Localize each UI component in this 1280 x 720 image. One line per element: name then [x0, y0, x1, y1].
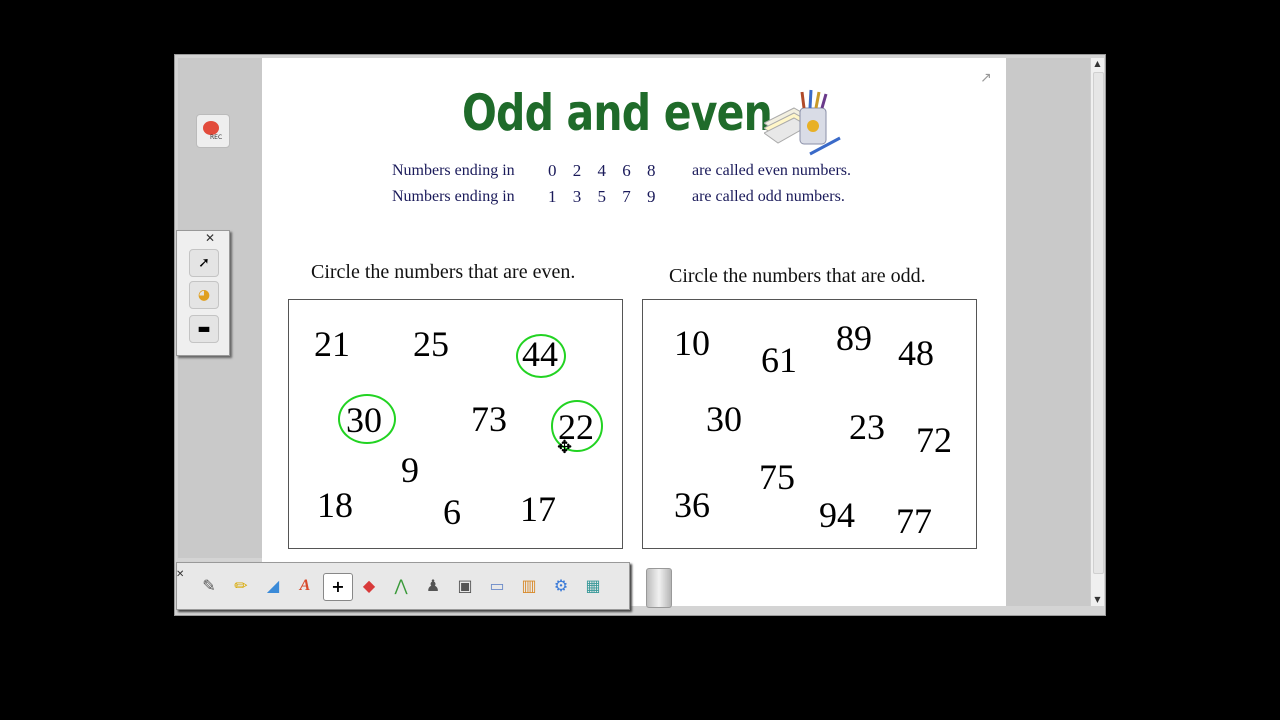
circle-annotation-30[interactable] [338, 394, 396, 444]
palette-tool-icon[interactable]: ◕ [189, 281, 219, 309]
gallery-tool-icon[interactable]: ♟ [419, 573, 447, 599]
record-button[interactable]: REC [196, 114, 230, 148]
close-icon[interactable]: ✕ [176, 569, 184, 580]
even-number[interactable]: 18 [317, 487, 353, 523]
record-icon [203, 121, 219, 135]
odd-number[interactable]: 48 [898, 335, 934, 371]
select-tool-icon[interactable]: ➚ [189, 249, 219, 277]
side-toolbar: ✕ ➚ ◕ ▬ [176, 230, 230, 356]
even-rule-suffix: are called even numbers. [692, 162, 852, 179]
page-title: Odd and even [462, 84, 773, 142]
odd-number[interactable]: 61 [761, 342, 797, 378]
trash-icon[interactable] [642, 562, 674, 608]
scroll-up-icon[interactable]: ▲ [1091, 58, 1104, 70]
pen-tool-icon[interactable]: ✎ [195, 573, 223, 599]
even-number[interactable]: 25 [413, 326, 449, 362]
odd-number[interactable]: 23 [849, 409, 885, 445]
screen-shade-tool-icon[interactable]: ▬ [189, 315, 219, 343]
odd-number[interactable]: 72 [916, 422, 952, 458]
odd-rule-suffix: are called odd numbers. [692, 188, 845, 205]
eraser-tool-icon[interactable]: ◢ [259, 573, 287, 599]
even-number[interactable]: 9 [401, 452, 419, 488]
odd-number[interactable]: 36 [674, 487, 710, 523]
odd-number[interactable]: 89 [836, 320, 872, 356]
even-heading: Circle the numbers that are even. [311, 261, 576, 283]
odd-number[interactable]: 77 [896, 503, 932, 539]
odd-number[interactable]: 30 [706, 401, 742, 437]
camera-tool-icon[interactable]: ▣ [451, 573, 479, 599]
highlighter-tool-icon[interactable]: ✏ [227, 573, 255, 599]
odd-rule-prefix: Numbers ending in [392, 188, 515, 205]
table-tool-icon[interactable]: ▦ [579, 573, 607, 599]
odd-number[interactable]: 75 [759, 459, 795, 495]
even-number[interactable]: 73 [471, 401, 507, 437]
even-number[interactable]: 21 [314, 326, 350, 362]
text-tool-icon[interactable]: A [291, 573, 319, 599]
vertical-scrollbar[interactable]: ▲ ▼ [1090, 58, 1104, 606]
shapes-tool-icon[interactable]: ◆ [355, 573, 383, 599]
odd-number[interactable]: 94 [819, 497, 855, 533]
scroll-down-icon[interactable]: ▼ [1091, 594, 1104, 606]
chart-tool-icon[interactable]: ▥ [515, 573, 543, 599]
even-rule-digits: 0 2 4 6 8 [548, 161, 656, 180]
even-number[interactable]: 6 [443, 494, 461, 530]
lines-tool-icon[interactable]: ⋀ [387, 573, 415, 599]
even-number[interactable]: 17 [520, 491, 556, 527]
odd-number[interactable]: 10 [674, 325, 710, 361]
pin-icon[interactable]: ↗ [980, 70, 992, 86]
trash-can-body [646, 568, 672, 608]
scroll-thumb[interactable] [1093, 72, 1104, 574]
bottom-toolbar: ✕ ✎ ✏ ◢ A + ◆ ⋀ ♟ ▣ ▭ ▥ ⚙ ▦ [176, 562, 630, 610]
move-tool-icon[interactable]: + [323, 573, 353, 601]
circle-annotation-44[interactable] [516, 334, 566, 378]
move-cursor-icon: ✥ [557, 437, 573, 458]
record-label: REC [210, 134, 223, 141]
odd-heading: Circle the numbers that are odd. [669, 265, 926, 287]
close-icon[interactable]: ✕ [205, 231, 215, 245]
right-gutter [1006, 58, 1090, 606]
even-rule-prefix: Numbers ending in [392, 162, 515, 179]
pencil-cup-icon [764, 89, 841, 156]
odd-rule-digits: 1 3 5 7 9 [548, 187, 656, 206]
screen-capture-tool-icon[interactable]: ▭ [483, 573, 511, 599]
properties-tool-icon[interactable]: ⚙ [547, 573, 575, 599]
